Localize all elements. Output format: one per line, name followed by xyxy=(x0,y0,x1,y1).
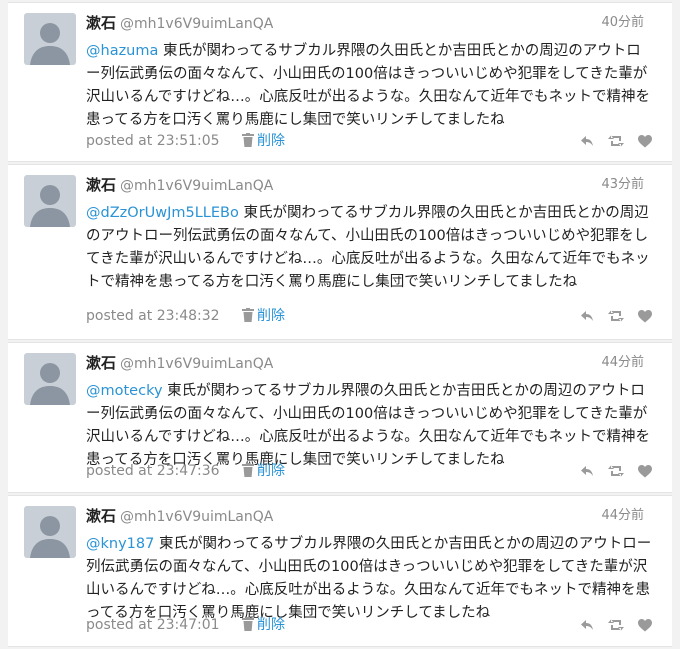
tweet-text: @hazuma 東氏が関わってるサブカル界隈の久田氏とか吉田氏とかの周辺のアウト… xyxy=(86,40,652,132)
reply-icon[interactable] xyxy=(580,619,594,631)
reply-icon[interactable] xyxy=(580,465,594,477)
posted-at[interactable]: posted at 23:47:01 xyxy=(86,617,220,633)
tweet-card: 漱石 @mh1v6V9uimLanQA 40分前 @hazuma 東氏が関わってる… xyxy=(8,2,672,162)
trash-icon xyxy=(242,132,255,154)
time-ago[interactable]: 44分前 xyxy=(601,352,644,374)
tweet-body: 東氏が関わってるサブカル界隈の久田氏とか吉田氏とかの周辺のアウトロー列伝武勇伝の… xyxy=(86,383,651,468)
user-name[interactable]: 漱石 xyxy=(86,354,116,372)
delete-label: 削除 xyxy=(257,617,286,633)
heart-icon[interactable] xyxy=(638,464,652,478)
delete-label: 削除 xyxy=(257,463,286,479)
tweet-body: 東氏が関わってるサブカル界隈の久田氏とか吉田氏とかの周辺のアウトロー列伝武勇伝の… xyxy=(86,536,652,621)
delete-label: 削除 xyxy=(257,133,286,149)
posted-at[interactable]: posted at 23:48:32 xyxy=(86,308,220,324)
reply-icon[interactable] xyxy=(580,310,594,322)
user-name[interactable]: 漱石 xyxy=(86,14,116,32)
delete-button[interactable]: 削除 xyxy=(242,614,285,638)
user-name[interactable]: 漱石 xyxy=(86,176,116,194)
tweet-text: @dZzOrUwJm5LLEBo 東氏が関わってるサブカル界隈の久田氏とか吉田氏… xyxy=(86,202,652,294)
retweet-icon[interactable] xyxy=(608,619,624,631)
trash-icon xyxy=(242,616,255,638)
timeline: 漱石 @mh1v6V9uimLanQA 40分前 @hazuma 東氏が関わってる… xyxy=(0,0,680,649)
trash-icon xyxy=(242,462,255,484)
retweet-icon[interactable] xyxy=(608,310,624,322)
avatar[interactable] xyxy=(24,353,76,405)
heart-icon[interactable] xyxy=(638,309,652,323)
delete-button[interactable]: 削除 xyxy=(242,460,285,484)
tweet-card: 漱石 @mh1v6V9uimLanQA 43分前 @dZzOrUwJm5LLEBo… xyxy=(8,164,672,340)
tweet-text: @motecky 東氏が関わってるサブカル界隈の久田氏とか吉田氏とかの周辺のアウ… xyxy=(86,380,652,472)
avatar[interactable] xyxy=(24,13,76,65)
time-ago[interactable]: 44分前 xyxy=(601,505,644,527)
posted-at[interactable]: posted at 23:47:36 xyxy=(86,463,220,479)
user-handle[interactable]: @mh1v6V9uimLanQA xyxy=(120,178,273,194)
trash-icon xyxy=(242,307,255,329)
retweet-icon[interactable] xyxy=(608,135,624,147)
tweet-body: 東氏が関わってるサブカル界隈の久田氏とか吉田氏とかの周辺のアウトロー列伝武勇伝の… xyxy=(86,43,651,128)
avatar[interactable] xyxy=(24,506,76,558)
retweet-icon[interactable] xyxy=(608,465,624,477)
reply-icon[interactable] xyxy=(580,135,594,147)
user-handle[interactable]: @mh1v6V9uimLanQA xyxy=(120,356,273,372)
mention-link[interactable]: @motecky xyxy=(86,383,163,399)
tweet-text: @kny187 東氏が関わってるサブカル界隈の久田氏とか吉田氏とかの周辺のアウト… xyxy=(86,533,652,625)
posted-at[interactable]: posted at 23:51:05 xyxy=(86,133,220,149)
tweet-card: 漱石 @mh1v6V9uimLanQA 44分前 @motecky 東氏が関わって… xyxy=(8,342,672,493)
user-handle[interactable]: @mh1v6V9uimLanQA xyxy=(120,509,273,525)
heart-icon[interactable] xyxy=(638,134,652,148)
avatar[interactable] xyxy=(24,175,76,227)
delete-button[interactable]: 削除 xyxy=(242,305,285,329)
tweet-card: 漱石 @mh1v6V9uimLanQA 44分前 @kny187 東氏が関わってる… xyxy=(8,495,672,647)
mention-link[interactable]: @dZzOrUwJm5LLEBo xyxy=(86,205,239,221)
time-ago[interactable]: 40分前 xyxy=(601,12,644,34)
time-ago[interactable]: 43分前 xyxy=(601,174,644,196)
delete-button[interactable]: 削除 xyxy=(242,130,285,154)
mention-link[interactable]: @kny187 xyxy=(86,536,154,552)
mention-link[interactable]: @hazuma xyxy=(86,43,158,59)
user-name[interactable]: 漱石 xyxy=(86,507,116,525)
heart-icon[interactable] xyxy=(638,618,652,632)
delete-label: 削除 xyxy=(257,308,286,324)
user-handle[interactable]: @mh1v6V9uimLanQA xyxy=(120,16,273,32)
